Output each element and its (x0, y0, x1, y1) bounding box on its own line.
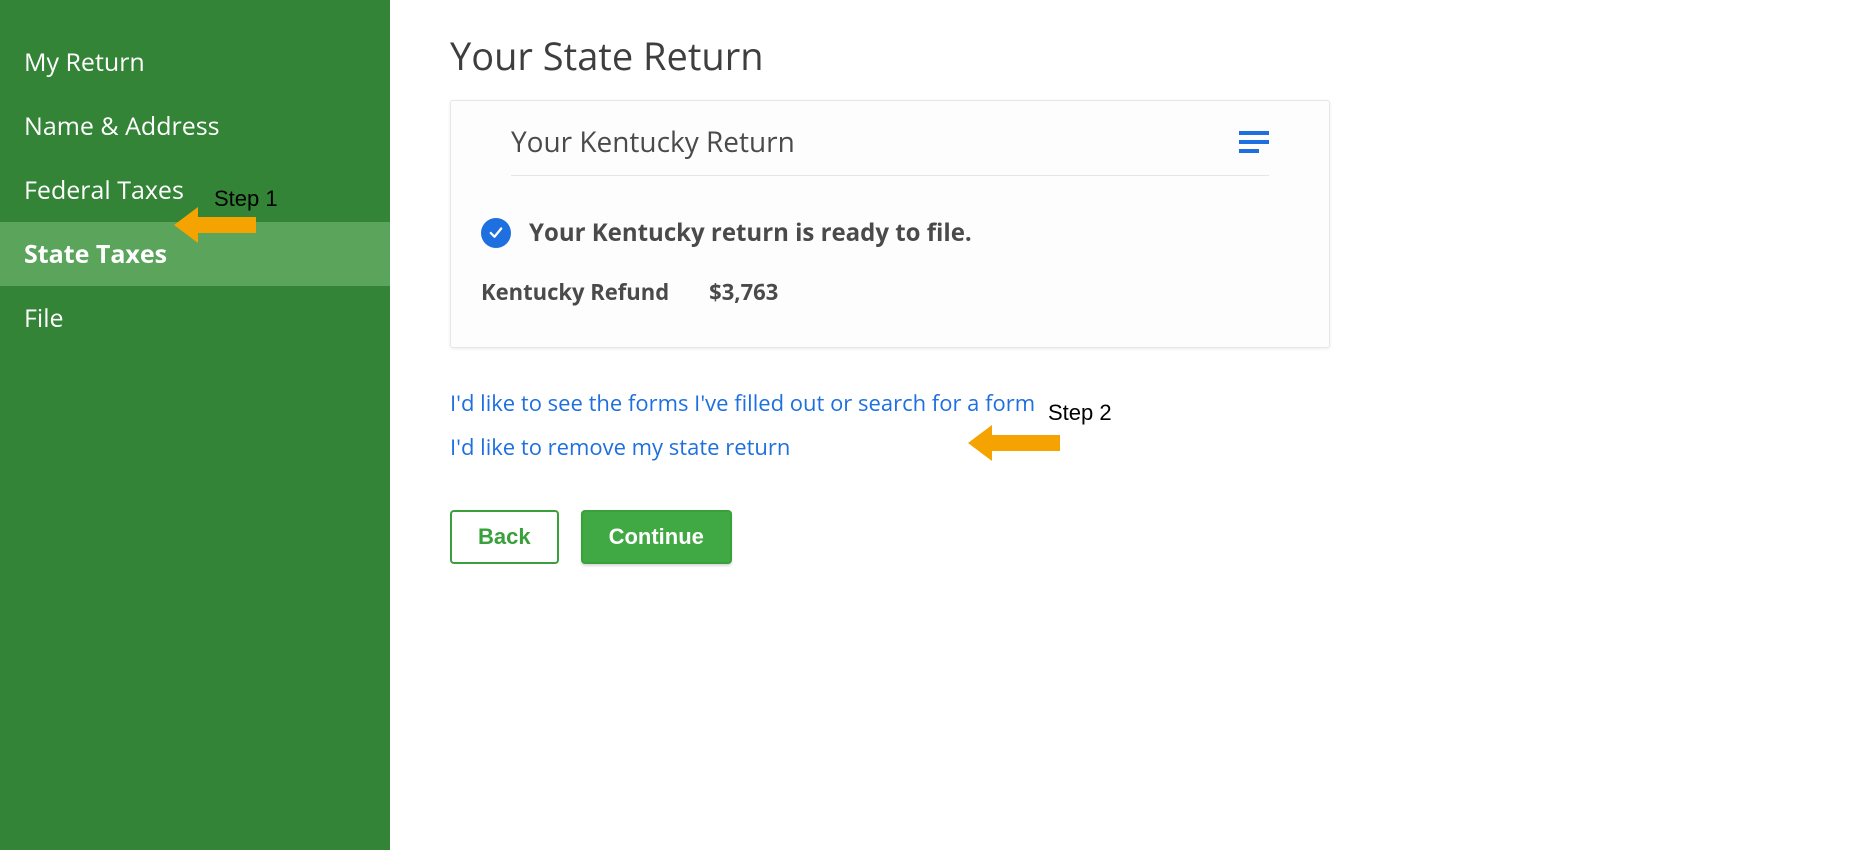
button-row: Back Continue (450, 510, 1800, 564)
state-return-card: Your Kentucky Return Your Kentucky retur… (450, 100, 1330, 348)
status-row: Your Kentucky return is ready to file. (481, 216, 1299, 249)
status-text: Your Kentucky return is ready to file. (529, 216, 972, 249)
refund-label: Kentucky Refund (481, 277, 669, 307)
sidebar-item-my-return[interactable]: My Return (0, 30, 390, 94)
card-title: Your Kentucky Return (511, 123, 795, 161)
checkmark-icon (481, 218, 511, 248)
sidebar-item-state-taxes[interactable]: State Taxes (0, 222, 390, 286)
card-menu-icon[interactable] (1239, 131, 1269, 153)
page-title: Your State Return (450, 30, 1800, 82)
main-content: Your State Return Your Kentucky Return (390, 0, 1860, 850)
sidebar: My Return Name & Address Federal Taxes S… (0, 0, 390, 850)
continue-button[interactable]: Continue (581, 510, 732, 564)
sidebar-item-file[interactable]: File (0, 286, 390, 350)
remove-state-link[interactable]: I'd like to remove my state return (450, 432, 1800, 462)
action-links: I'd like to see the forms I've filled ou… (450, 388, 1800, 462)
refund-amount: $3,763 (709, 277, 778, 307)
sidebar-item-name-address[interactable]: Name & Address (0, 94, 390, 158)
back-button[interactable]: Back (450, 510, 559, 564)
see-forms-link[interactable]: I'd like to see the forms I've filled ou… (450, 388, 1800, 418)
sidebar-item-federal-taxes[interactable]: Federal Taxes (0, 158, 390, 222)
refund-row: Kentucky Refund $3,763 (481, 277, 1299, 307)
